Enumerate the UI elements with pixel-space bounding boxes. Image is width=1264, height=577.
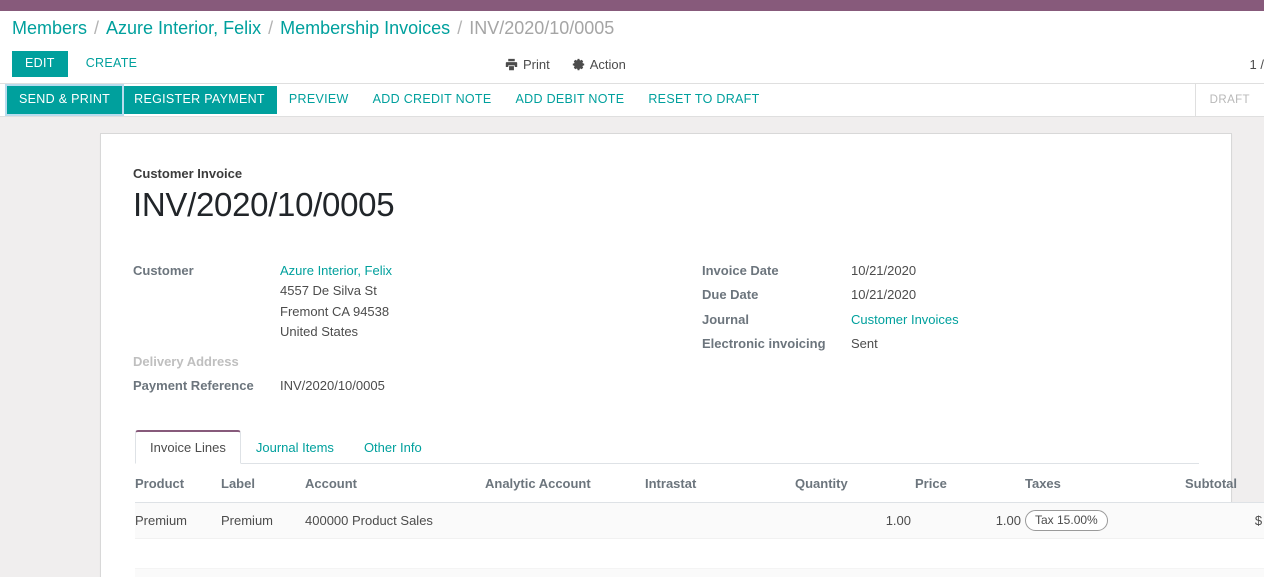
field-label-payment-reference: Payment Reference	[133, 378, 254, 393]
document-type-label: Customer Invoice	[133, 166, 243, 181]
add-credit-note-button[interactable]: ADD CREDIT NOTE	[361, 86, 504, 114]
invoice-lines-body: Premium Premium 400000 Product Sales 1.0…	[135, 502, 1264, 577]
preview-button[interactable]: PREVIEW	[277, 86, 361, 114]
field-due-date: Due Date 10/21/2020	[702, 285, 1199, 305]
breadcrumb-current-record: INV/2020/10/0005	[469, 17, 615, 38]
breadcrumb-item-partner[interactable]: Azure Interior, Felix	[106, 18, 261, 39]
printer-icon	[505, 58, 518, 71]
cell-label[interactable]: Premium	[221, 502, 305, 540]
action-menu[interactable]: Action	[572, 57, 626, 72]
reset-to-draft-button[interactable]: RESET TO DRAFT	[636, 86, 771, 114]
field-group-right: Invoice Date 10/21/2020 Due Date 10/21/2…	[666, 261, 1199, 400]
field-value-payment-reference[interactable]: INV/2020/10/0005	[280, 376, 385, 396]
invoice-lines-table: Product Label Account Analytic Account I…	[135, 464, 1264, 577]
register-payment-button[interactable]: REGISTER PAYMENT	[122, 86, 277, 114]
field-group-left: Customer Azure Interior, Felix 4557 De S…	[133, 261, 666, 400]
field-electronic-invoicing: Electronic invoicing Sent	[702, 334, 1199, 354]
field-value-due-date[interactable]: 10/21/2020	[851, 285, 916, 305]
cell-account[interactable]: 400000 Product Sales	[305, 502, 485, 540]
status-badge-draft[interactable]: DRAFT	[1210, 94, 1250, 106]
column-header-quantity[interactable]: Quantity	[795, 464, 915, 504]
tab-invoice-lines[interactable]: Invoice Lines	[135, 430, 241, 465]
breadcrumb: Members / Azure Interior, Felix / Member…	[0, 11, 1264, 45]
cell-analytic-account[interactable]	[485, 502, 645, 540]
field-label-invoice-date: Invoice Date	[702, 263, 779, 279]
tax-badge[interactable]: Tax 15.00%	[1025, 510, 1108, 532]
record-pager[interactable]: 1 /	[1250, 57, 1264, 72]
breadcrumb-item-membership-invoices[interactable]: Membership Invoices	[280, 18, 450, 39]
invoice-form-sheet: Customer Invoice INV/2020/10/0005 Custom…	[100, 133, 1264, 577]
edit-button[interactable]: EDIT	[12, 51, 68, 77]
breadcrumb-separator: /	[457, 17, 463, 38]
field-value-electronic-invoicing[interactable]: Sent	[851, 334, 878, 354]
print-menu[interactable]: Print	[505, 57, 550, 72]
field-label-electronic-invoicing: Electronic invoicing	[702, 335, 826, 351]
column-header-taxes[interactable]: Taxes	[1025, 464, 1185, 504]
control-panel-actions: EDIT CREATE Print Action 1 /	[0, 45, 1264, 83]
field-value-journal[interactable]: Customer Invoices	[851, 310, 959, 330]
customer-address-line: United States	[280, 323, 359, 339]
field-label-due-date: Due Date	[702, 287, 759, 303]
cell-quantity[interactable]: 1.00	[795, 502, 915, 540]
field-payment-reference: Payment Reference INV/2020/10/0005	[133, 376, 666, 396]
cell-subtotal[interactable]: $ 1.00	[1185, 502, 1264, 540]
breadcrumb-item-members[interactable]: Members	[12, 18, 87, 39]
column-header-label[interactable]: Label	[221, 464, 305, 504]
create-button[interactable]: CREATE	[76, 51, 148, 77]
sheet-background: Customer Invoice INV/2020/10/0005 Custom…	[0, 117, 1264, 577]
field-delivery-address: Delivery Address	[133, 352, 666, 372]
top-brand-bar	[0, 0, 1264, 11]
send-and-print-button[interactable]: SEND & PRINT	[7, 86, 123, 114]
field-groups: Customer Azure Interior, Felix 4557 De S…	[133, 261, 1199, 400]
control-panel: Members / Azure Interior, Felix / Member…	[0, 11, 1264, 84]
notebook-tabs: Invoice Lines Journal Items Other Info	[135, 430, 1199, 465]
customer-address-line: Fremont CA 94538	[280, 303, 390, 319]
cell-price[interactable]: 1.00	[915, 502, 1025, 540]
customer-address-line: 4557 De Silva St	[280, 283, 377, 299]
notebook: Invoice Lines Journal Items Other Info P…	[135, 430, 1264, 577]
column-header-analytic-account[interactable]: Analytic Account	[485, 464, 645, 504]
breadcrumb-separator: /	[94, 17, 100, 38]
print-label: Print	[523, 56, 550, 72]
cell-taxes[interactable]: Tax 15.00%	[1025, 502, 1185, 540]
field-value-customer[interactable]: Azure Interior, Felix	[280, 261, 392, 281]
empty-cell	[135, 538, 1264, 570]
field-value-invoice-date[interactable]: 10/21/2020	[851, 261, 916, 281]
column-header-intrastat[interactable]: Intrastat	[645, 464, 795, 504]
tab-other-info[interactable]: Other Info	[349, 430, 437, 464]
add-debit-note-button[interactable]: ADD DEBIT NOTE	[504, 86, 637, 114]
form-statusbar: SEND & PRINT REGISTER PAYMENT PREVIEW AD…	[0, 84, 1264, 117]
field-label-journal: Journal	[702, 311, 749, 327]
cell-intrastat[interactable]	[645, 502, 795, 540]
page-title: INV/2020/10/0005	[133, 186, 395, 223]
empty-row	[135, 538, 1264, 570]
column-header-product[interactable]: Product	[135, 464, 221, 504]
table-header-row: Product Label Account Analytic Account I…	[135, 464, 1264, 504]
action-label: Action	[589, 56, 626, 72]
invoice-lines-header: Product Label Account Analytic Account I…	[135, 464, 1264, 504]
empty-cell	[135, 568, 1264, 577]
gear-icon	[572, 58, 585, 71]
column-header-subtotal[interactable]: Subtotal	[1185, 464, 1264, 504]
statusbar-buttons: SEND & PRINT REGISTER PAYMENT PREVIEW AD…	[0, 84, 772, 116]
field-journal: Journal Customer Invoices	[702, 310, 1199, 330]
field-invoice-date: Invoice Date 10/21/2020	[702, 261, 1199, 281]
field-label-customer: Customer	[133, 263, 194, 279]
breadcrumb-separator: /	[268, 17, 274, 38]
field-label-delivery-address: Delivery Address	[133, 353, 239, 369]
empty-row	[135, 568, 1264, 577]
column-header-price[interactable]: Price	[915, 464, 1025, 504]
table-row[interactable]: Premium Premium 400000 Product Sales 1.0…	[135, 502, 1264, 540]
control-panel-center-actions: Print Action	[505, 57, 626, 72]
status-stages: DRAFT	[1194, 84, 1264, 116]
tab-journal-items[interactable]: Journal Items	[241, 430, 349, 464]
column-header-account[interactable]: Account	[305, 464, 485, 504]
cell-product[interactable]: Premium	[135, 502, 221, 540]
field-customer: Customer Azure Interior, Felix 4557 De S…	[133, 261, 666, 342]
